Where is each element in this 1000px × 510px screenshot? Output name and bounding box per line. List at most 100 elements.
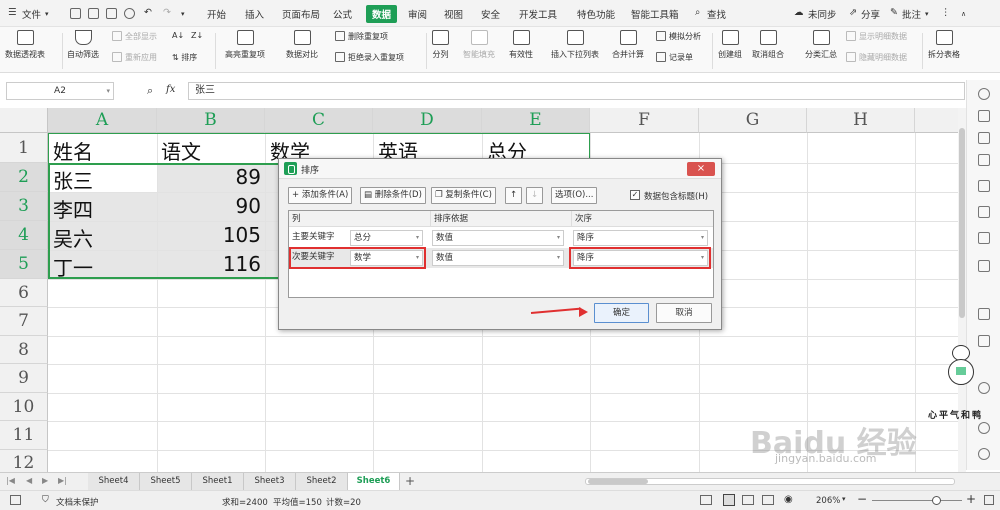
tab-home[interactable]: 开始 <box>207 7 226 21</box>
chevron-up-icon[interactable] <box>978 88 990 100</box>
sync-status[interactable]: 未同步 <box>808 7 837 21</box>
zoom-in-icon[interactable]: + <box>966 492 976 506</box>
paint-icon[interactable] <box>978 154 990 166</box>
create-group-button[interactable]: 创建组 <box>718 30 742 60</box>
print-icon[interactable] <box>106 8 117 19</box>
settings-icon[interactable] <box>978 382 990 394</box>
comment-button[interactable]: 批注 <box>902 7 921 21</box>
chevron-up-icon[interactable]: ∧ <box>961 10 966 18</box>
undo-icon[interactable]: ↶ <box>144 7 152 18</box>
tab-smart-toolbox[interactable]: 智能工具箱 <box>631 7 679 21</box>
shape-icon[interactable] <box>978 206 990 218</box>
column-header-f[interactable]: F <box>590 108 699 133</box>
remove-duplicates-button[interactable]: 删除重复项 <box>335 31 388 42</box>
name-box[interactable]: A2 ▾ <box>6 82 114 100</box>
share-icon[interactable] <box>978 308 990 320</box>
formula-input[interactable]: 张三 <box>188 82 965 100</box>
chevron-down-icon[interactable]: ▾ <box>45 10 49 18</box>
select-all-corner[interactable] <box>0 108 48 133</box>
sheet-tab-sheet6[interactable]: Sheet6 <box>348 473 400 490</box>
reject-duplicates-button[interactable]: 拒绝录入重复项 <box>335 52 404 63</box>
scrollbar-thumb[interactable] <box>588 479 648 484</box>
reapply-button[interactable]: 重新应用 <box>112 52 157 63</box>
row-header-10[interactable]: 10 <box>0 393 48 421</box>
sort-button[interactable]: ⇅ 排序 <box>172 52 197 63</box>
layout-icon[interactable] <box>10 495 21 505</box>
tab-developer[interactable]: 开发工具 <box>519 7 557 21</box>
redo-icon[interactable]: ↷ <box>163 7 171 18</box>
last-sheet-icon[interactable]: ▶| <box>58 476 67 485</box>
column-header-d[interactable]: D <box>373 108 482 133</box>
normal-view-icon[interactable] <box>723 494 735 506</box>
scrollbar-thumb[interactable] <box>959 128 965 318</box>
tab-special[interactable]: 特色功能 <box>577 7 615 21</box>
row-header-7[interactable]: 7 <box>0 307 48 336</box>
tab-formula[interactable]: 公式 <box>333 7 352 21</box>
save-icon[interactable] <box>70 8 81 19</box>
fullscreen-icon[interactable] <box>984 495 994 505</box>
zoom-search-icon[interactable]: ⌕ <box>147 84 153 98</box>
share-button[interactable]: 分享 <box>861 7 880 21</box>
chevron-down-icon[interactable]: ▾ <box>842 495 846 503</box>
first-sheet-icon[interactable]: |◀ <box>6 476 15 485</box>
show-all-button[interactable]: 全部显示 <box>112 31 157 42</box>
ok-button[interactable]: 确定 <box>594 303 649 323</box>
tab-security[interactable]: 安全 <box>481 7 500 21</box>
data-compare-button[interactable]: 数据对比 <box>286 30 318 60</box>
zoom-level[interactable]: 206% <box>816 496 840 506</box>
highlight-duplicates-button[interactable]: 高亮重复项 <box>225 30 265 60</box>
export-icon[interactable] <box>978 335 990 347</box>
horizontal-scrollbar[interactable] <box>585 478 955 485</box>
tab-data[interactable]: 数据 <box>366 5 398 23</box>
smart-fill-button[interactable]: 智能填充 <box>463 30 495 60</box>
search-icon[interactable]: ⌕ <box>695 7 700 18</box>
search-label[interactable]: 查找 <box>707 7 726 21</box>
row-header-2[interactable]: 2 <box>0 163 48 192</box>
sheet-tab-sheet4[interactable]: Sheet4 <box>88 473 140 490</box>
column-header-a[interactable]: A <box>48 108 157 133</box>
primary-column-select[interactable]: 总分 ▾ <box>350 230 423 246</box>
sheet-tab-sheet2[interactable]: Sheet2 <box>296 473 348 490</box>
zoom-slider[interactable] <box>872 500 962 501</box>
secondary-basis-select[interactable]: 数值 ▾ <box>432 250 564 266</box>
sheet-tab-sheet3[interactable]: Sheet3 <box>244 473 296 490</box>
show-detail-button[interactable]: 显示明细数据 <box>846 31 907 42</box>
eye-protect-icon[interactable]: ◉ <box>784 494 793 505</box>
page-layout-icon[interactable] <box>742 495 754 505</box>
row-header-8[interactable]: 8 <box>0 336 48 364</box>
column-header-b[interactable]: B <box>157 108 265 133</box>
sheet-tab-sheet1[interactable]: Sheet1 <box>192 473 244 490</box>
column-header-g[interactable]: G <box>699 108 807 133</box>
options-button[interactable]: 选项(O)... <box>551 187 598 204</box>
chevron-down-icon[interactable]: ▾ <box>181 10 185 18</box>
row-header-9[interactable]: 9 <box>0 364 48 393</box>
hide-detail-button[interactable]: 隐藏明细数据 <box>846 52 907 63</box>
chevron-down-icon[interactable]: ▾ <box>106 83 110 99</box>
chevron-down-icon[interactable] <box>978 448 990 460</box>
column-header-c[interactable]: C <box>265 108 373 133</box>
split-column-button[interactable]: 分列 <box>432 30 449 60</box>
validity-button[interactable]: 有效性 <box>509 30 533 60</box>
preview-icon[interactable] <box>124 8 135 19</box>
row-header-6[interactable]: 6 <box>0 279 48 307</box>
merge-calc-button[interactable]: 合并计算 <box>612 30 644 60</box>
function-icon[interactable]: fx <box>166 84 175 95</box>
tab-page-layout[interactable]: 页面布局 <box>282 7 320 21</box>
row-header-5[interactable]: 5 <box>0 250 48 279</box>
next-sheet-icon[interactable]: ▶ <box>42 476 48 485</box>
chevron-down-icon[interactable]: ▾ <box>925 10 929 18</box>
primary-basis-select[interactable]: 数值 ▾ <box>432 230 564 246</box>
autofilter-button[interactable]: 自动筛选 <box>67 30 99 60</box>
select-icon[interactable] <box>978 110 990 122</box>
table-icon[interactable] <box>978 180 990 192</box>
more-icon[interactable]: ⋮ <box>941 7 951 18</box>
page-break-icon[interactable] <box>762 495 774 505</box>
move-up-button[interactable]: ↑ <box>505 187 522 204</box>
sort-asc-icon[interactable]: A↓ <box>172 31 184 40</box>
filter-icon[interactable] <box>978 260 990 272</box>
sheet-tab-sheet5[interactable]: Sheet5 <box>140 473 192 490</box>
primary-order-select[interactable]: 降序 ▾ <box>573 230 708 246</box>
pivot-table-button[interactable]: 数据透视表 <box>5 30 45 60</box>
sort-desc-icon[interactable]: Z↓ <box>191 31 203 40</box>
split-table-button[interactable]: 拆分表格 <box>928 30 960 60</box>
